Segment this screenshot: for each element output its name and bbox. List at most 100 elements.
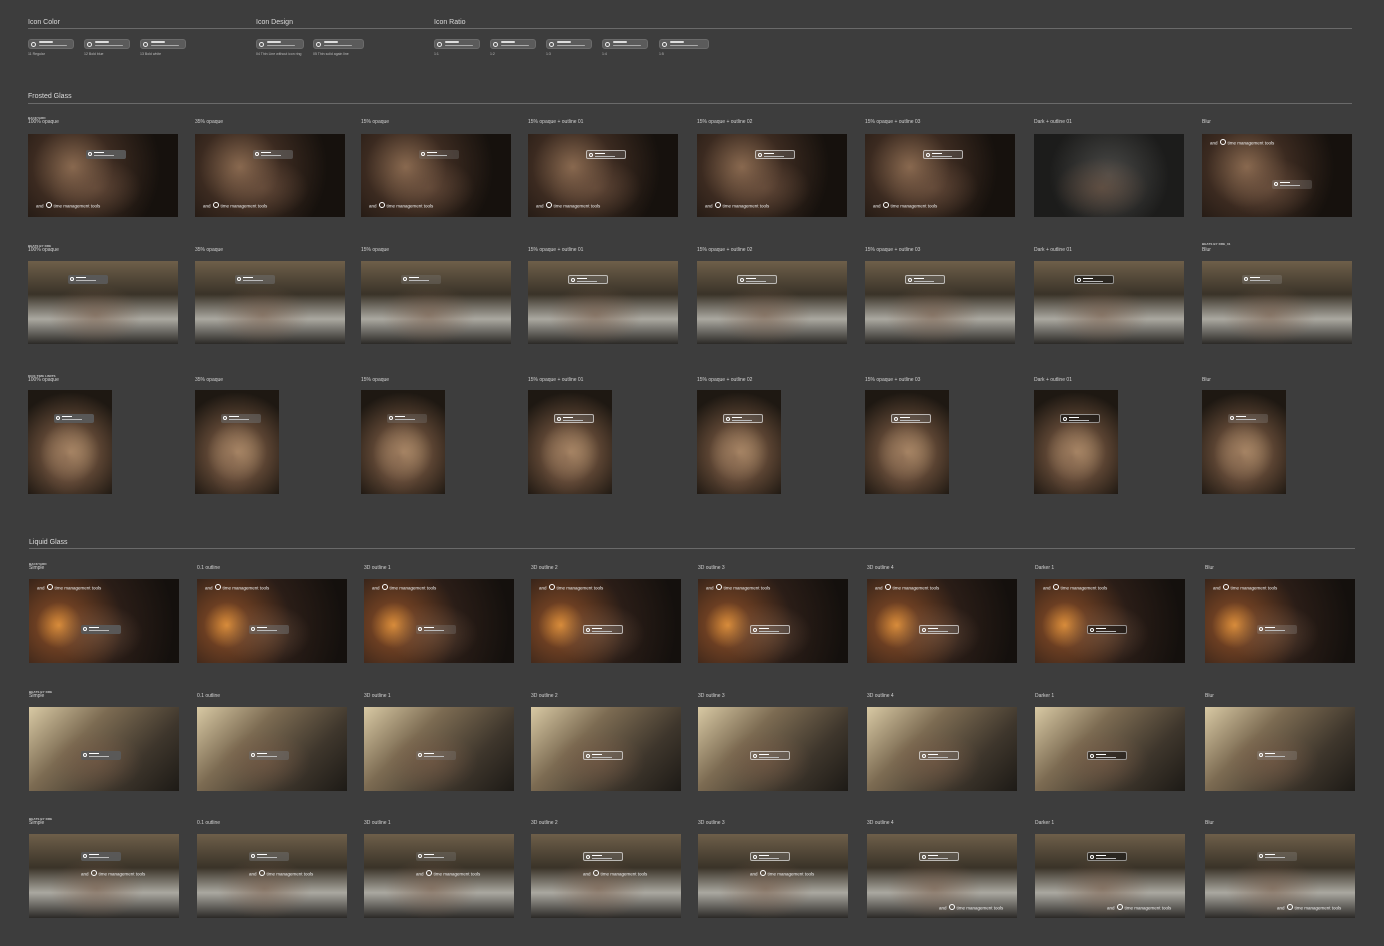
variant-thumbnail[interactable]: and time management tools bbox=[28, 134, 178, 217]
notification-card bbox=[1257, 625, 1297, 634]
variant-thumbnail[interactable]: and time management tools bbox=[361, 134, 511, 217]
clock-icon bbox=[592, 870, 599, 876]
variant-label: 15% opaque + outline 03 bbox=[865, 377, 921, 383]
variant-thumbnail[interactable]: and time management tools bbox=[865, 134, 1015, 217]
variant-label: 100% opaque bbox=[28, 247, 59, 253]
clock-icon bbox=[251, 627, 255, 631]
variant-thumbnail[interactable]: and time management tools bbox=[364, 579, 514, 663]
overlay-caption: and time management tools bbox=[203, 202, 267, 209]
variant-thumbnail[interactable] bbox=[1202, 261, 1352, 344]
clock-icon bbox=[46, 584, 53, 590]
variant-thumbnail[interactable]: and time management tools bbox=[195, 134, 345, 217]
overlay-text: time management tools bbox=[54, 585, 102, 591]
style-option-chip[interactable] bbox=[546, 39, 592, 49]
variant-thumbnail[interactable] bbox=[195, 261, 345, 344]
style-option-chip[interactable] bbox=[140, 39, 186, 49]
notification-card bbox=[1257, 751, 1297, 760]
variant-thumbnail[interactable] bbox=[1035, 707, 1185, 791]
style-option-chip[interactable] bbox=[659, 39, 709, 49]
variant-thumbnail[interactable] bbox=[361, 261, 511, 344]
person-silhouette bbox=[197, 707, 347, 791]
variant-thumbnail[interactable] bbox=[698, 707, 848, 791]
style-option-chip[interactable] bbox=[28, 39, 74, 49]
card-title-line bbox=[1083, 277, 1093, 279]
variant-thumbnail[interactable]: and time management tools bbox=[697, 134, 847, 217]
variant-thumbnail[interactable]: and time management tools bbox=[1205, 834, 1355, 918]
chip-subtitle-line bbox=[151, 45, 179, 46]
frosted-glass-title: Frosted Glass bbox=[28, 93, 72, 100]
clock-icon bbox=[45, 202, 52, 208]
overlay-prefix: and bbox=[750, 871, 758, 877]
style-option-chip[interactable] bbox=[490, 39, 536, 49]
variant-thumbnail[interactable]: and time management tools bbox=[531, 579, 681, 663]
card-body-line bbox=[424, 630, 444, 631]
notification-card bbox=[81, 852, 121, 861]
style-option-chip[interactable] bbox=[256, 39, 304, 49]
variant-thumbnail[interactable]: and time management tools bbox=[698, 834, 848, 918]
card-title-line bbox=[1265, 752, 1275, 754]
variant-thumbnail[interactable] bbox=[865, 261, 1015, 344]
variant-label: 3D outline 2 bbox=[531, 565, 558, 571]
variant-thumbnail[interactable]: and time management tools bbox=[1205, 579, 1355, 663]
variant-thumbnail[interactable]: and time management tools bbox=[1035, 579, 1185, 663]
card-body-line bbox=[229, 419, 249, 420]
variant-thumbnail[interactable] bbox=[528, 261, 678, 344]
style-option-chip[interactable] bbox=[434, 39, 480, 49]
variant-thumbnail[interactable] bbox=[528, 390, 612, 494]
variant-thumbnail[interactable]: and time management tools bbox=[867, 834, 1017, 918]
variant-thumbnail[interactable] bbox=[1034, 134, 1184, 217]
variant-thumbnail[interactable] bbox=[867, 707, 1017, 791]
variant-thumbnail[interactable] bbox=[195, 390, 279, 494]
card-body-line bbox=[900, 420, 920, 421]
variant-thumbnail[interactable] bbox=[28, 261, 178, 344]
clock-icon bbox=[212, 202, 219, 208]
variant-thumbnail[interactable]: and time management tools bbox=[867, 579, 1017, 663]
variant-thumbnail[interactable] bbox=[1034, 390, 1118, 494]
card-body-line bbox=[257, 857, 277, 858]
variant-label: Dark + outline 01 bbox=[1034, 247, 1072, 253]
variant-thumbnail[interactable] bbox=[1034, 261, 1184, 344]
overlay-prefix: and bbox=[1213, 585, 1221, 591]
clock-icon bbox=[237, 277, 241, 281]
variant-thumbnail[interactable] bbox=[697, 390, 781, 494]
notification-card bbox=[583, 751, 623, 760]
overlay-prefix: and bbox=[372, 585, 380, 591]
variant-thumbnail[interactable] bbox=[1202, 390, 1286, 494]
style-option-chip[interactable] bbox=[84, 39, 130, 49]
chip-subtitle-line bbox=[39, 45, 67, 46]
chip-caption: 11 Regular bbox=[28, 52, 45, 56]
clock-icon bbox=[605, 41, 610, 47]
variant-thumbnail[interactable]: and time management tools bbox=[29, 579, 179, 663]
variant-thumbnail[interactable]: and time management tools bbox=[29, 834, 179, 918]
variant-thumbnail[interactable] bbox=[697, 261, 847, 344]
variant-thumbnail[interactable] bbox=[364, 707, 514, 791]
variant-thumbnail[interactable] bbox=[865, 390, 949, 494]
variant-thumbnail[interactable] bbox=[197, 707, 347, 791]
card-body-line bbox=[759, 631, 779, 632]
variant-thumbnail[interactable]: and time management tools bbox=[197, 834, 347, 918]
variant-thumbnail[interactable]: and time management tools bbox=[1035, 834, 1185, 918]
card-body-line bbox=[62, 419, 82, 420]
variant-label: 0.1 outline bbox=[197, 693, 221, 699]
style-option-chip[interactable] bbox=[602, 39, 648, 49]
chip-caption: 13 Bold white bbox=[140, 52, 162, 56]
variant-thumbnail[interactable] bbox=[29, 707, 179, 791]
notification-card bbox=[416, 852, 456, 861]
variant-thumbnail[interactable]: and time management tools bbox=[528, 134, 678, 217]
card-body-line bbox=[732, 420, 752, 421]
style-option-chip[interactable] bbox=[313, 39, 364, 49]
notification-card bbox=[583, 852, 623, 861]
variant-thumbnail[interactable] bbox=[531, 707, 681, 791]
variant-thumbnail[interactable]: and time management tools bbox=[698, 579, 848, 663]
variant-thumbnail[interactable]: and time management tools bbox=[364, 834, 514, 918]
person-silhouette bbox=[1205, 579, 1355, 663]
variant-thumbnail[interactable]: and time management tools bbox=[197, 579, 347, 663]
clock-icon bbox=[381, 584, 388, 590]
clock-icon bbox=[586, 855, 590, 859]
clock-icon bbox=[1116, 904, 1123, 910]
variant-thumbnail[interactable]: and time management tools bbox=[531, 834, 681, 918]
variant-thumbnail[interactable]: and time management tools bbox=[1202, 134, 1352, 217]
variant-thumbnail[interactable] bbox=[361, 390, 445, 494]
variant-thumbnail[interactable] bbox=[28, 390, 112, 494]
variant-thumbnail[interactable] bbox=[1205, 707, 1355, 791]
